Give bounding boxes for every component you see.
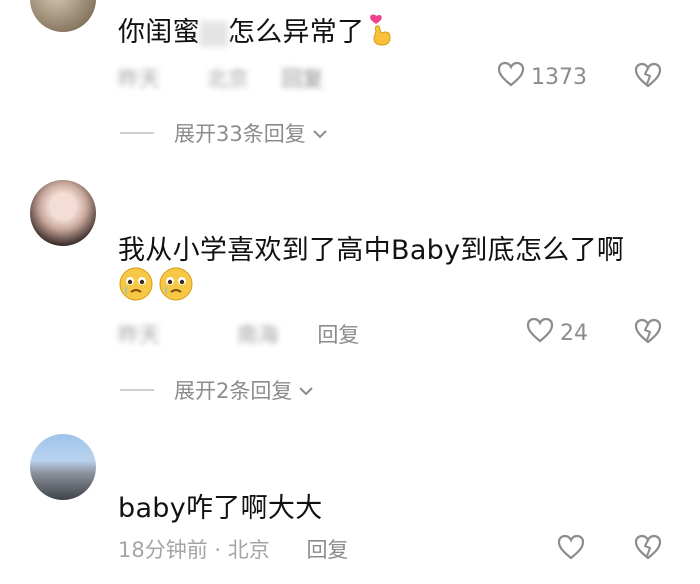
like-button[interactable]: 24 — [526, 317, 588, 349]
avatar[interactable] — [30, 434, 96, 500]
reply-button[interactable]: 回复 — [317, 323, 359, 347]
reply-button[interactable]: 回复 — [306, 538, 348, 562]
crying-emoji — [118, 266, 154, 309]
like-count: 24 — [560, 320, 588, 346]
expand-replies-button[interactable]: 展开33条回复 — [120, 118, 328, 148]
dislike-button[interactable] — [634, 62, 662, 92]
broken-heart-icon — [634, 318, 662, 348]
dislike-button[interactable] — [634, 318, 662, 348]
comment-text: 你闺蜜 怎么异常了 — [118, 10, 394, 54]
comment-meta: 18分钟前 · 北京 回复 — [118, 538, 349, 562]
comment-text: baby咋了啊大大 — [118, 493, 323, 524]
comment-emojis — [118, 266, 194, 309]
crying-emoji — [158, 266, 194, 309]
expand-replies-button[interactable]: 展开2条回复 — [120, 375, 314, 405]
heart-icon — [526, 317, 554, 349]
comment-meta: 昨天 南海 回复 — [118, 323, 360, 347]
like-count: 1373 — [531, 64, 587, 90]
comment-text: 我从小学喜欢到了高中Baby到底怎么了啊 — [118, 235, 625, 266]
heart-icon — [497, 61, 525, 93]
heart-icon — [557, 534, 585, 566]
chevron-down-icon — [298, 378, 314, 402]
divider-line — [120, 132, 154, 134]
dislike-button[interactable] — [634, 534, 662, 564]
avatar[interactable] — [30, 180, 96, 246]
like-button[interactable]: 1373 — [497, 61, 587, 93]
avatar[interactable] — [30, 0, 96, 32]
broken-heart-icon — [634, 62, 662, 92]
chevron-down-icon — [312, 121, 328, 145]
redacted-text — [199, 20, 228, 47]
reply-button[interactable]: 回复 — [281, 67, 323, 91]
comment-meta: 昨天 北京 回复 — [118, 67, 324, 91]
like-button[interactable] — [557, 534, 585, 566]
broken-heart-icon — [634, 534, 662, 564]
divider-line — [120, 389, 154, 391]
finger-heart-emoji — [368, 13, 394, 54]
